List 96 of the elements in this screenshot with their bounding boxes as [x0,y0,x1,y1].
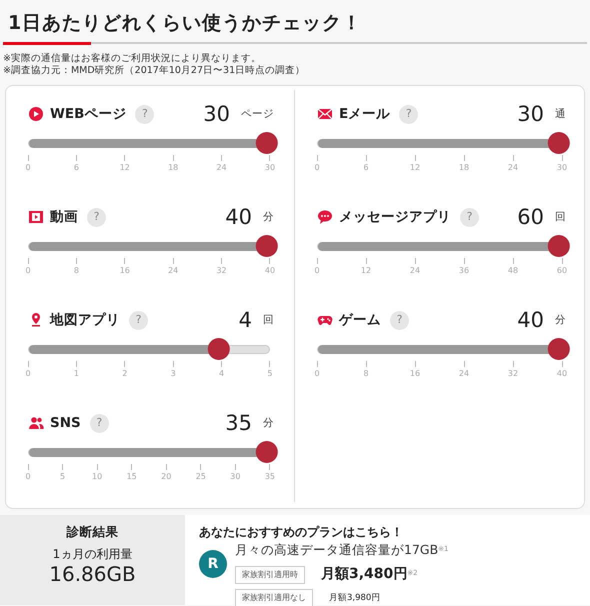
result-heading: 診断結果 [65,523,120,542]
meter-label: WEBページ [50,105,126,124]
people-icon [28,415,44,432]
tick-label: 24 [165,258,182,276]
tick-label: 0 [20,155,36,174]
help-button[interactable]: ? [135,104,154,124]
price-tag: 家族割引適用なし [235,589,313,606]
tick-label: 24 [456,361,472,380]
plan-capacity: 月々の高速データ通信容量が17GB$^{※1}$ [235,541,448,560]
tick-label: 40 [262,258,278,276]
meter-value: 60 [517,206,544,228]
tick-label: 12 [358,258,374,276]
help-button[interactable]: ? [460,208,479,227]
help-button[interactable]: ? [90,414,109,433]
tick-label: 15 [124,464,140,482]
slider-thumb[interactable] [256,441,278,464]
page-title: 1日あたりどれくらい使うかチェック！ [7,11,364,36]
tick-label: 24 [214,155,230,174]
tick-label: 8 [68,258,84,276]
meter-label: 地図アプリ [50,311,120,330]
tick-label: 6 [68,155,84,174]
note-text: ※調査協力元：MMD研究所（2017年10月27日〜31日時点の調査） [3,65,306,78]
meter-label: SNS [50,414,81,434]
tick-label: 60 [554,258,570,276]
film-icon [28,209,44,226]
tick-label: 32 [505,361,521,380]
tick-label: 3 [165,361,182,380]
tick-label: 20 [158,464,174,482]
meter-value: 40 [225,206,252,228]
tick-label: 30 [554,155,570,174]
tick-label: 0 [309,155,325,174]
tick-label: 2 [116,361,133,380]
tick-label: 5 [54,464,71,482]
price-tag: 家族割引適用時 [235,566,305,584]
tick-label: 0 [20,464,36,482]
tick-label: 24 [505,155,521,174]
result-amount: 16.86GB [48,563,137,586]
tick-label: 16 [407,361,423,380]
tick-label: 0 [309,258,325,276]
meter-unit: ページ [241,106,274,122]
slider-thumb[interactable] [548,338,570,360]
meter-label: 動画 [50,208,78,228]
meter-value: 30 [203,104,230,125]
tick-label: 12 [116,155,133,174]
help-button[interactable]: ? [129,310,148,330]
plan-logo: R [199,550,227,578]
meter-unit: 通 [555,106,566,122]
play-icon [28,106,44,122]
meter-label: メッセージアプリ [339,208,451,228]
tick-label: 0 [309,361,325,380]
price-text: 月額3,480円$^{※2}$ [321,565,418,584]
chat-bubble-icon [317,209,333,226]
tick-label: 40 [554,361,570,380]
meter-label: Eメール [339,105,390,124]
price-text: 月額3,980円 [329,592,380,605]
tick-label: 10 [89,464,106,482]
meter-value: 4 [238,310,252,331]
tick-label: 48 [505,258,521,276]
tick-label: 30 [262,155,278,174]
tick-label: 25 [192,464,209,482]
tick-label: 35 [262,464,278,482]
meter-unit: 分 [555,312,566,328]
tick-label: 24 [407,258,423,276]
help-button[interactable]: ? [390,310,409,330]
plan-heading: あなたにおすすめのプランはこちら！ [199,524,404,542]
tick-label: 8 [358,361,374,380]
meter-label: ゲーム [339,311,381,330]
note-text: ※実際の通信量はお客様のご利用状況により異なります。 [3,52,262,65]
tick-label: 4 [214,361,230,380]
tick-label: 36 [456,258,472,276]
tick-label: 1 [68,361,84,380]
tick-label: 0 [20,258,36,276]
tick-label: 16 [116,258,133,276]
result-label: 1ヵ月の利用量 [52,546,134,564]
slider-thumb[interactable] [548,235,570,258]
slider-thumb[interactable] [548,132,570,154]
slider-thumb[interactable] [208,338,230,360]
help-button[interactable]: ? [399,104,418,124]
tick-label: 18 [165,155,182,174]
tick-label: 0 [20,361,36,380]
tick-label: 5 [262,361,278,380]
slider-thumb[interactable] [256,132,278,154]
slider-thumb[interactable] [256,235,278,258]
meter-unit: 回 [555,210,566,225]
meter-value: 40 [517,310,544,331]
meter-unit: 分 [263,210,274,225]
meter-value: 35 [225,412,252,434]
tick-label: 12 [407,155,423,174]
tick-label: 18 [456,155,472,174]
tick-label: 6 [358,155,374,174]
tick-label: 30 [227,464,244,482]
meter-unit: 回 [263,312,274,328]
tick-label: 32 [214,258,230,276]
help-button[interactable]: ? [87,208,106,227]
meter-unit: 分 [263,416,274,431]
meter-value: 30 [517,104,544,125]
